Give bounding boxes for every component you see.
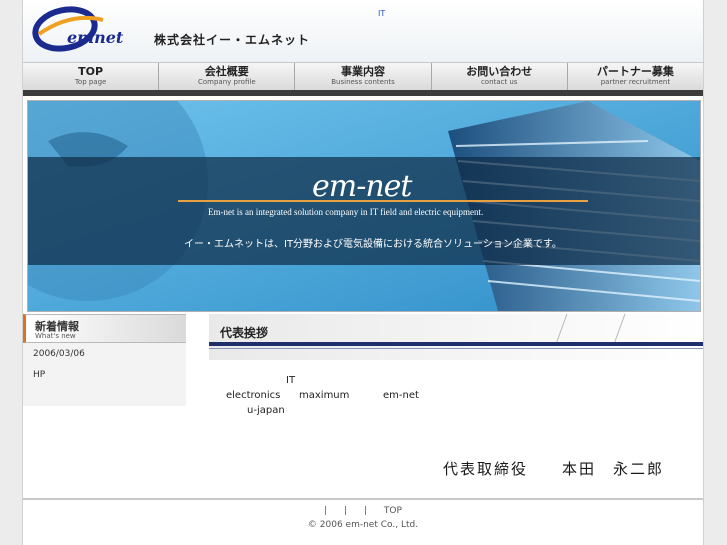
hero-banner: em-net Em-net is an integrated solution … — [27, 100, 701, 312]
footer-divider — [23, 498, 703, 500]
greeting-title: 代表挨拶 — [220, 326, 269, 340]
greeting-word: electronics — [226, 390, 281, 401]
nav-sublabel: Company profile — [197, 78, 256, 86]
company-name: 株式会社イー・エムネット — [154, 33, 311, 47]
footer-link-top[interactable]: TOP — [384, 506, 402, 516]
greeting-word: maximum — [299, 390, 350, 401]
news-date: 2006/03/06 — [33, 349, 85, 359]
nav-sublabel: contact us — [480, 78, 518, 86]
main-nav: TOP Top page 会社概要 Company profile 事業内容 B… — [23, 62, 703, 91]
nav-contact[interactable]: お問い合わせ contact us — [432, 63, 568, 91]
footer-separator: | — [363, 506, 367, 516]
nav-sublabel: partner recruitment — [600, 78, 671, 86]
footer-separator: | — [324, 506, 328, 516]
nav-sublabel: Business contents — [331, 78, 395, 86]
greeting-word: u-japan — [247, 405, 285, 416]
logo-text: emnet — [67, 28, 124, 47]
news-item[interactable]: HP — [33, 370, 45, 380]
footer-links: | | | TOP — [23, 506, 703, 516]
nav-label: TOP — [78, 65, 104, 78]
header: emnet 株式会社イー・エムネット IT — [23, 0, 703, 62]
greeting-word: IT — [286, 375, 296, 386]
president-signature: 代表取締役 本田 永二郎 — [443, 460, 665, 478]
greeting-rule — [209, 342, 703, 346]
company-logo[interactable]: emnet — [31, 6, 131, 52]
banner-tagline: イー・エムネットは、IT分野および電気設備における統合ソリューション企業です。 — [184, 239, 562, 250]
header-it-tag: IT — [378, 9, 386, 18]
banner-title: em-net — [312, 169, 412, 204]
nav-sublabel: Top page — [74, 78, 107, 86]
news-sidebar: 新着情報 What's new 2006/03/06 HP — [23, 314, 186, 406]
banner-description: Em-net is an integrated solution company… — [208, 207, 484, 217]
nav-business-contents[interactable]: 事業内容 Business contents — [295, 63, 432, 91]
nav-label: パートナー募集 — [596, 65, 674, 78]
copyright: © 2006 em-net Co., Ltd. — [307, 520, 419, 530]
nav-label: 事業内容 — [341, 65, 385, 78]
nav-partner-recruitment[interactable]: パートナー募集 partner recruitment — [568, 63, 703, 91]
news-subtitle: What's new — [35, 332, 76, 340]
nav-company-profile[interactable]: 会社概要 Company profile — [159, 63, 296, 91]
greeting-rule-thin — [209, 348, 703, 349]
decor-line — [613, 314, 626, 344]
nav-label: お問い合わせ — [466, 65, 533, 78]
greeting-word: em-net — [383, 390, 419, 401]
nav-label: 会社概要 — [204, 65, 249, 78]
nav-top[interactable]: TOP Top page — [23, 63, 160, 91]
greeting-header: 代表挨拶 — [209, 314, 703, 360]
footer-separator: | — [344, 506, 348, 516]
nav-divider-bar — [23, 90, 703, 96]
news-header: 新着情報 What's new — [23, 314, 186, 343]
decor-line — [555, 314, 568, 344]
banner-text: em-net Em-net is an integrated solution … — [28, 159, 700, 267]
page: emnet 株式会社イー・エムネット IT TOP Top page 会社概要 … — [22, 0, 704, 545]
